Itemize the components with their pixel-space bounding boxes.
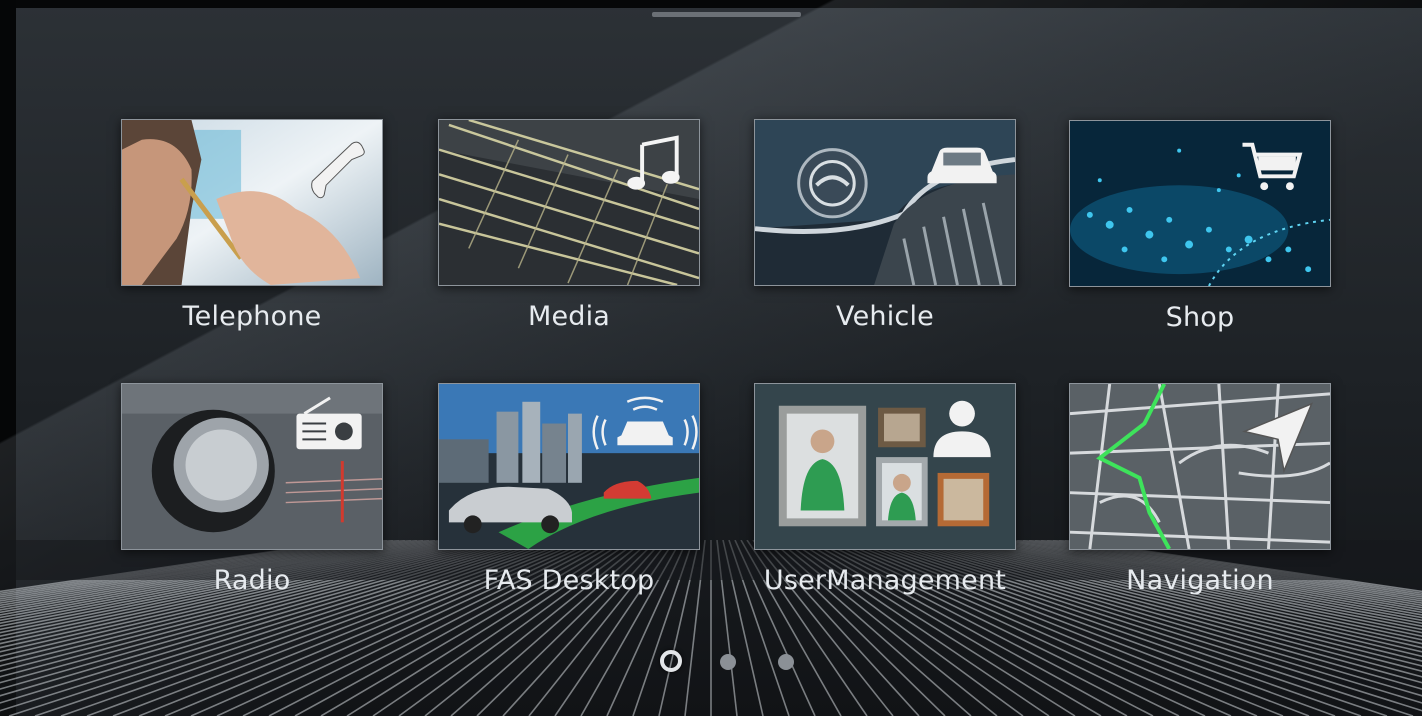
app-label-telephone: Telephone xyxy=(182,301,322,332)
app-label-radio: Radio xyxy=(213,565,291,596)
radio-thumbnail xyxy=(121,383,383,550)
radio-icon xyxy=(296,396,362,450)
shopping-cart-icon xyxy=(1242,142,1303,191)
app-label-media: Media xyxy=(527,301,611,332)
app-label-user-management: UserManagement xyxy=(763,565,1007,596)
app-tile-fas-desktop[interactable]: FAS Desktop xyxy=(438,383,700,596)
page-dot-3[interactable] xyxy=(778,654,794,670)
home-screen: Telephone Media Vehicle Shop Radio FAS D… xyxy=(0,0,1422,716)
telephone-icon xyxy=(311,141,365,199)
app-tile-radio[interactable]: Radio xyxy=(121,383,383,596)
vehicle-thumbnail xyxy=(754,119,1016,286)
app-tile-media[interactable]: Media xyxy=(438,119,700,332)
page-dot-2[interactable] xyxy=(720,654,736,670)
fas-desktop-thumbnail xyxy=(438,383,700,550)
car-icon xyxy=(927,147,997,184)
media-thumbnail xyxy=(438,119,700,286)
page-indicator xyxy=(0,648,1422,676)
app-tile-user-management[interactable]: UserManagement xyxy=(754,383,1016,596)
user-profile-icon xyxy=(933,400,991,458)
app-label-navigation: Navigation xyxy=(1126,565,1274,596)
app-tile-shop[interactable]: Shop xyxy=(1069,120,1331,333)
user-management-thumbnail xyxy=(754,383,1016,550)
page-dot-1-active[interactable] xyxy=(660,650,682,672)
music-note-icon xyxy=(627,135,680,190)
navigation-thumbnail xyxy=(1069,383,1331,550)
screen-bezel-top xyxy=(0,0,1422,8)
car-sensors-icon xyxy=(592,396,698,450)
app-label-shop: Shop xyxy=(1165,302,1235,333)
pull-down-handle[interactable] xyxy=(652,12,801,17)
app-tile-vehicle[interactable]: Vehicle xyxy=(754,119,1016,332)
app-label-fas-desktop: FAS Desktop xyxy=(483,565,655,596)
app-tile-navigation[interactable]: Navigation xyxy=(1069,383,1331,596)
app-tile-telephone[interactable]: Telephone xyxy=(121,119,383,332)
telephone-thumbnail xyxy=(121,119,383,286)
shop-thumbnail xyxy=(1069,120,1331,287)
navigation-arrow-icon xyxy=(1242,402,1314,474)
app-label-vehicle: Vehicle xyxy=(836,301,934,332)
